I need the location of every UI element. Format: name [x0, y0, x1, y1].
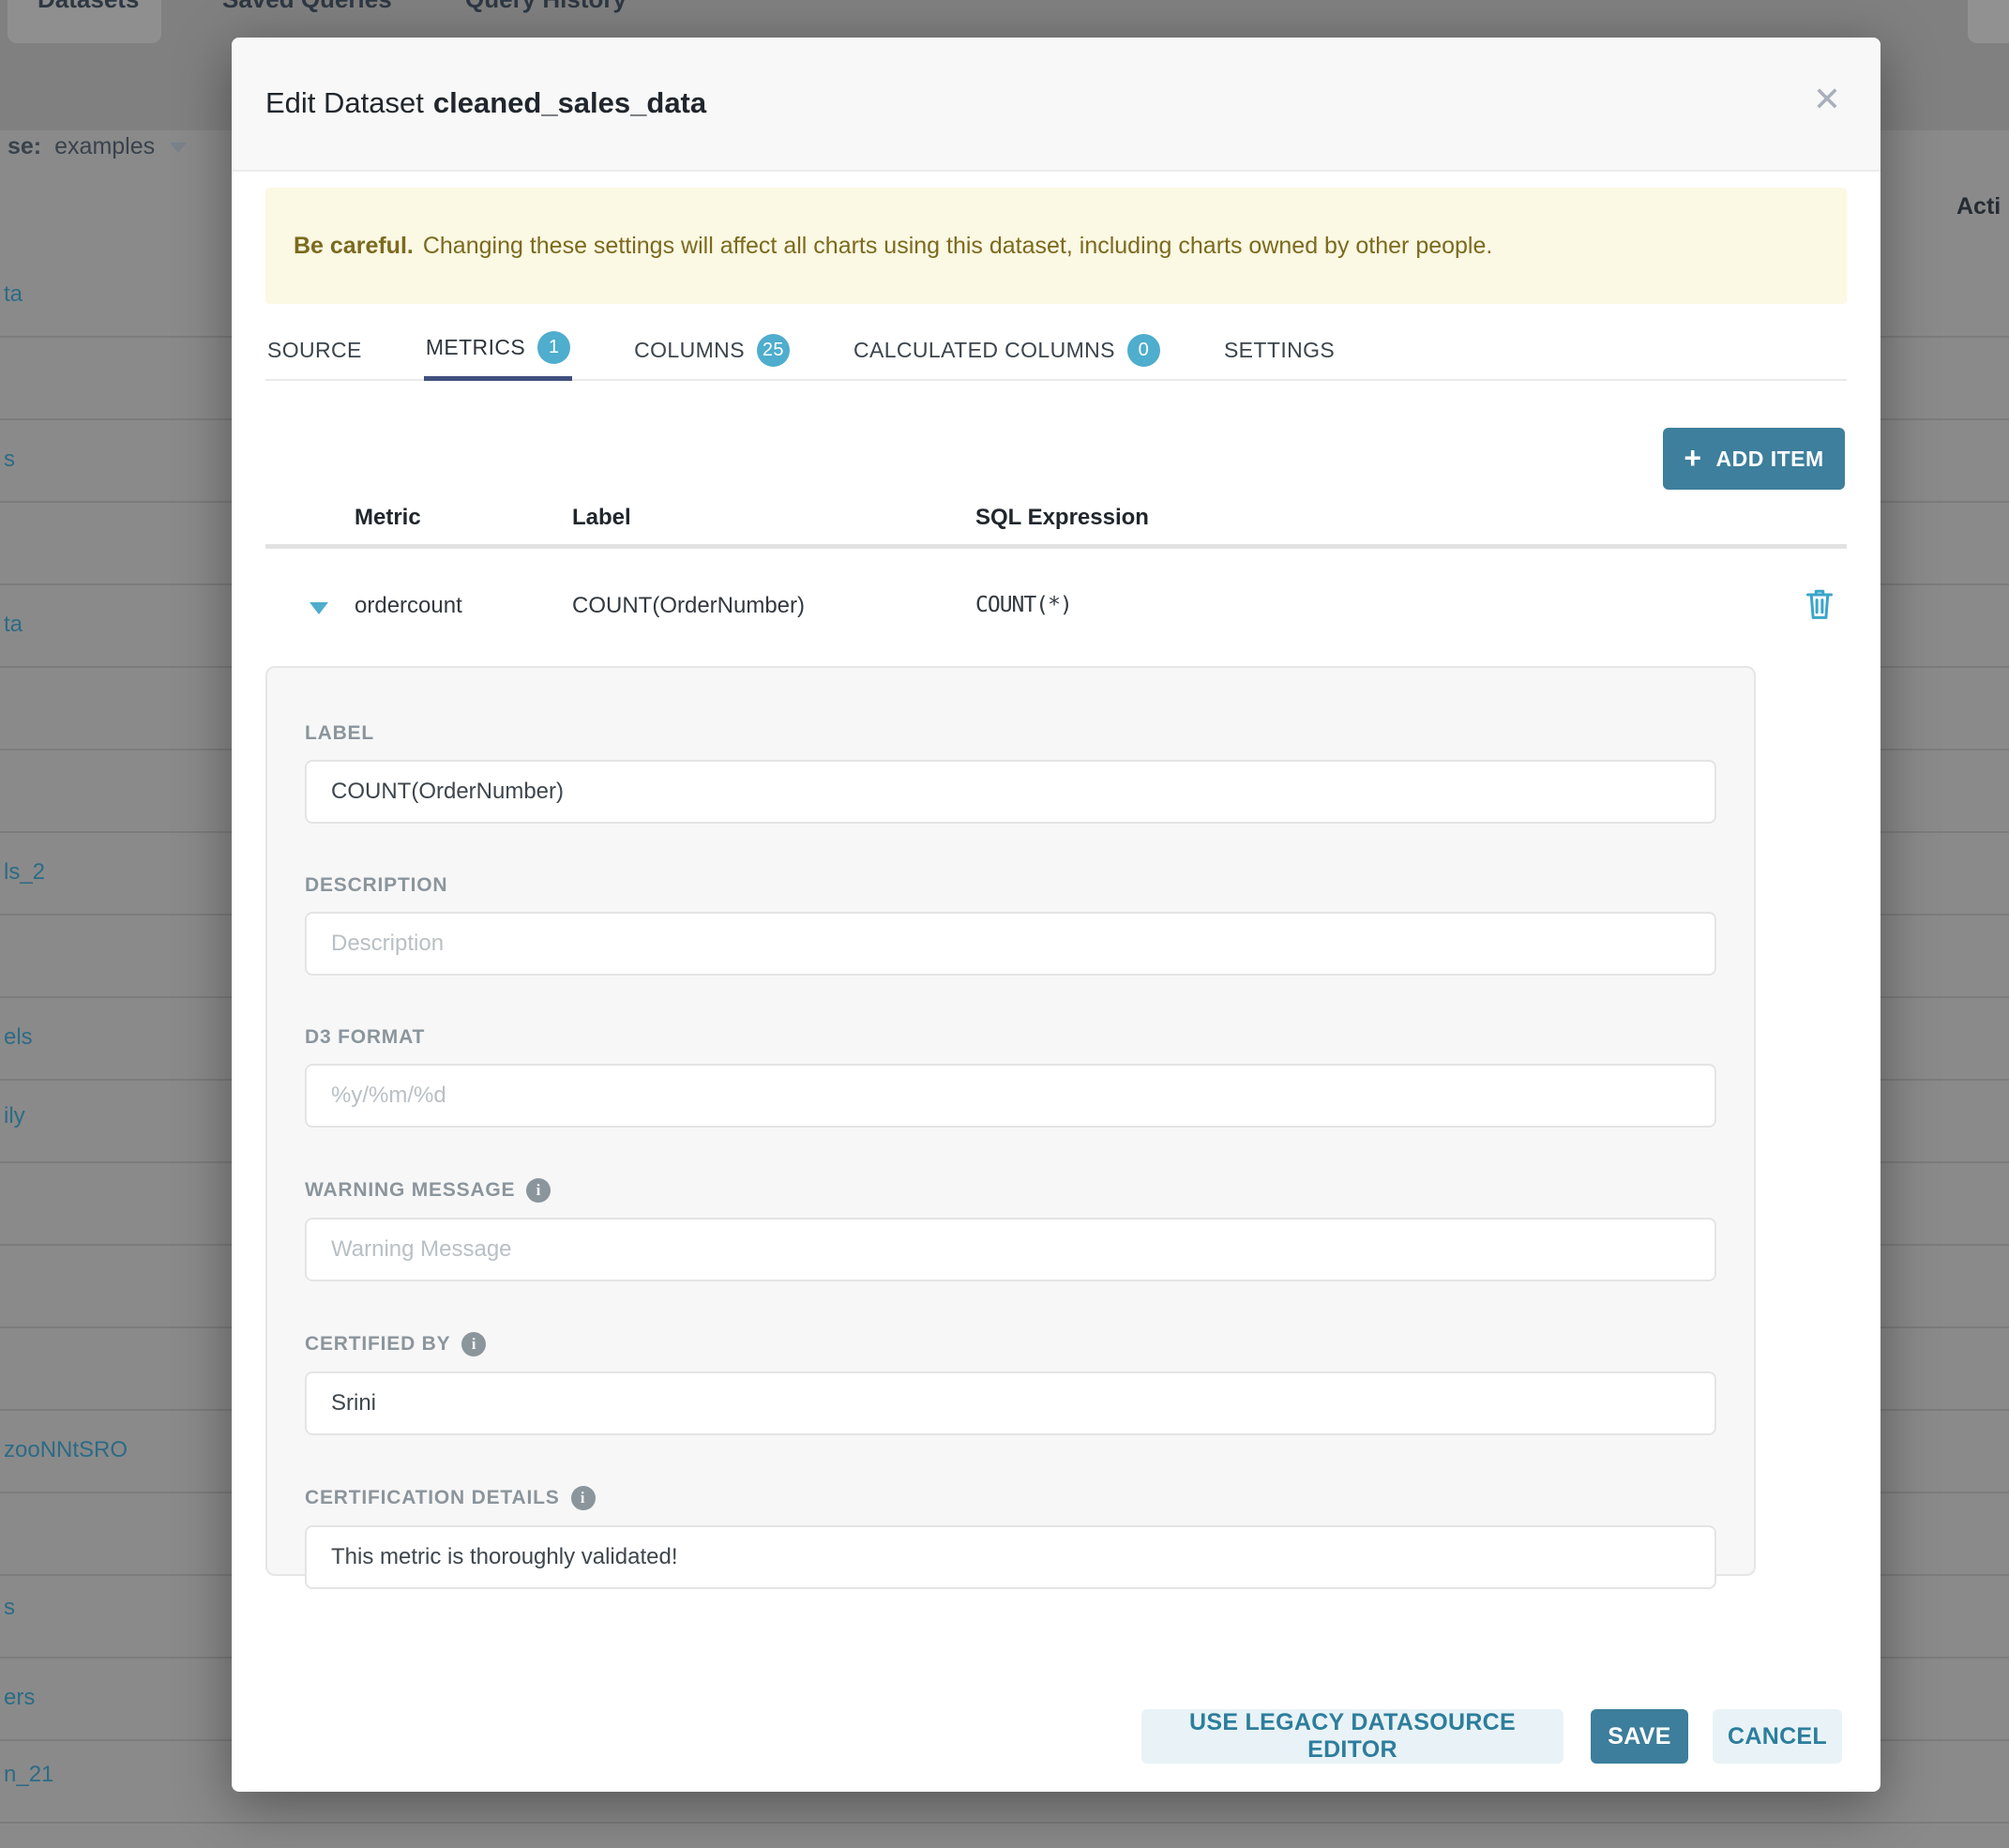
metric-detail-panel: LABEL DESCRIPTION D3 FORMAT WARNING MESS…	[265, 666, 1756, 1576]
warning-message-input[interactable]	[305, 1218, 1716, 1281]
d3-format-field-caption: D3 FORMAT	[305, 1026, 1716, 1049]
dataset-link-fragment[interactable]: ta	[4, 281, 23, 308]
chevron-down-icon	[170, 143, 187, 153]
save-button[interactable]: SAVE	[1591, 1709, 1688, 1764]
edit-dataset-modal: Edit Dataset cleaned_sales_data ✕ Be care…	[232, 38, 1881, 1792]
dataset-link-fragment[interactable]: ta	[4, 612, 23, 638]
cancel-button[interactable]: CANCEL	[1713, 1709, 1842, 1764]
certification-details-field-caption: CERTIFICATION DETAILS	[305, 1487, 560, 1509]
metric-name: ordercount	[355, 593, 462, 619]
add-item-label: ADD ITEM	[1716, 447, 1824, 472]
modal-title-dataset-name: cleaned_sales_data	[433, 86, 706, 119]
tab-metrics[interactable]: METRICS 1	[424, 319, 572, 381]
field-certification-details: CERTIFICATION DETAILS i	[305, 1486, 1716, 1589]
label-field-caption: LABEL	[305, 722, 1716, 745]
field-description: DESCRIPTION	[305, 874, 1716, 976]
warning-banner-bold: Be careful.	[294, 233, 414, 260]
info-icon[interactable]: i	[526, 1178, 551, 1203]
add-item-button[interactable]: + ADD ITEM	[1663, 428, 1845, 490]
tab-settings-label: SETTINGS	[1224, 338, 1335, 363]
database-filter[interactable]: se: examples	[8, 133, 187, 160]
dataset-link-fragment[interactable]: ls_2	[4, 859, 45, 886]
plus-icon: +	[1684, 443, 1701, 473]
certified-by-field-caption: CERTIFIED BY	[305, 1333, 450, 1356]
metric-sql-expression: COUNT(*)	[975, 593, 1072, 617]
info-icon[interactable]: i	[461, 1332, 486, 1356]
calculated-columns-count-badge: 0	[1127, 334, 1160, 367]
field-label: LABEL	[305, 722, 1716, 824]
dataset-link-fragment[interactable]: n_21	[4, 1762, 53, 1788]
dataset-link-fragment[interactable]: els	[4, 1024, 33, 1051]
description-input[interactable]	[305, 912, 1716, 976]
dataset-link-fragment[interactable]: s	[4, 1595, 15, 1621]
database-filter-label: se:	[8, 133, 41, 159]
actions-column-header: Acti	[1956, 193, 2001, 220]
metrics-count-badge: 1	[537, 331, 570, 364]
dataset-link-fragment[interactable]: zooNNtSRO	[4, 1437, 128, 1463]
label-input[interactable]	[305, 760, 1716, 824]
info-icon[interactable]: i	[571, 1486, 596, 1510]
warning-message-field-caption: WARNING MESSAGE	[305, 1179, 515, 1202]
tab-saved-queries[interactable]: Saved Queries	[222, 0, 392, 14]
certification-details-input[interactable]	[305, 1525, 1716, 1589]
field-warning-message: WARNING MESSAGE i	[305, 1178, 1716, 1281]
modal-tabs: SOURCE METRICS 1 COLUMNS 25 CALCULATED C…	[265, 319, 1847, 381]
top-right-button[interactable]	[1968, 0, 2009, 43]
field-d3-format: D3 FORMAT	[305, 1026, 1716, 1128]
column-header-metric: Metric	[355, 505, 421, 531]
tab-columns-label: COLUMNS	[634, 338, 745, 363]
trash-icon[interactable]	[1805, 587, 1834, 626]
collapse-caret-icon[interactable]	[310, 602, 328, 614]
tab-query-history[interactable]: Query History	[465, 0, 627, 14]
screen: Datasets Saved Queries Query History se:…	[0, 0, 2009, 1848]
tab-source-label: SOURCE	[267, 338, 362, 363]
modal-title: Edit Dataset cleaned_sales_data	[265, 86, 706, 120]
dataset-link-fragment[interactable]: ers	[4, 1685, 35, 1711]
column-header-label: Label	[572, 505, 631, 531]
warning-banner-text: Changing these settings will affect all …	[423, 233, 1493, 260]
database-filter-value: examples	[54, 133, 155, 159]
table-header-divider	[265, 544, 1847, 549]
tab-source[interactable]: SOURCE	[265, 319, 364, 381]
columns-count-badge: 25	[757, 334, 790, 367]
metric-table-row: ordercount COUNT(OrderNumber) COUNT(*)	[232, 582, 1881, 647]
column-header-sql-expression: SQL Expression	[975, 505, 1149, 531]
dataset-link-fragment[interactable]: ily	[4, 1103, 25, 1129]
close-icon[interactable]: ✕	[1813, 83, 1841, 116]
metric-label: COUNT(OrderNumber)	[572, 593, 805, 619]
tab-calculated-columns-label: CALCULATED COLUMNS	[853, 338, 1115, 363]
certified-by-input[interactable]	[305, 1371, 1716, 1435]
tab-columns[interactable]: COLUMNS 25	[632, 319, 792, 381]
dataset-link-fragment[interactable]: s	[4, 447, 15, 473]
d3-format-input[interactable]	[305, 1064, 1716, 1128]
use-legacy-datasource-editor-button[interactable]: USE LEGACY DATASOURCE EDITOR	[1141, 1709, 1563, 1764]
description-field-caption: DESCRIPTION	[305, 874, 1716, 897]
tab-settings[interactable]: SETTINGS	[1222, 319, 1337, 381]
tab-datasets[interactable]: Datasets	[38, 0, 139, 14]
modal-header: Edit Dataset cleaned_sales_data ✕	[232, 38, 1881, 172]
field-certified-by: CERTIFIED BY i	[305, 1332, 1716, 1435]
tab-metrics-label: METRICS	[426, 335, 525, 360]
tab-calculated-columns[interactable]: CALCULATED COLUMNS 0	[852, 319, 1162, 381]
warning-banner: Be careful. Changing these settings will…	[265, 188, 1847, 304]
modal-title-prefix: Edit Dataset	[265, 86, 424, 119]
